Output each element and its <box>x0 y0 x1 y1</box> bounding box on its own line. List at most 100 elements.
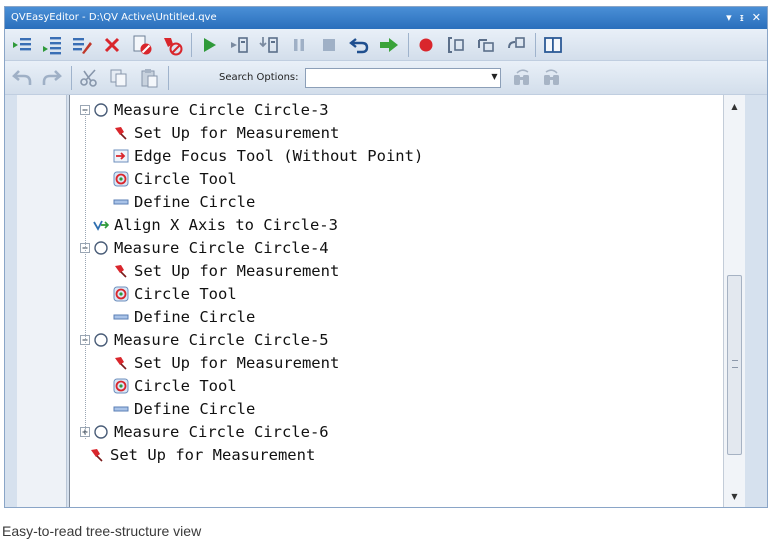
tree-item[interactable]: Circle Tool <box>112 375 237 397</box>
insert-before-button[interactable] <box>9 32 35 58</box>
tree-item[interactable]: Measure Circle Circle-5 <box>80 329 329 351</box>
step-tree[interactable]: Measure Circle Circle-3 Set Up for Measur… <box>69 95 745 507</box>
insert-before-icon <box>13 37 31 50</box>
panel-toggle-button[interactable] <box>540 32 566 58</box>
find-previous-button[interactable] <box>509 65 535 91</box>
search-options-combo[interactable]: ▼ <box>304 67 501 90</box>
tree-item[interactable]: Measure Circle Circle-6 <box>80 421 329 443</box>
pin-icon[interactable]: ᵻ <box>740 7 744 29</box>
figure-caption: Easy-to-read tree-structure view <box>2 523 202 539</box>
group-tool-button[interactable] <box>473 32 499 58</box>
binoculars-forward-icon <box>543 68 559 85</box>
undo-button[interactable] <box>9 65 35 91</box>
step-into-icon <box>259 36 278 53</box>
title-bar: QVEasyEditor - D:\QV Active\Untitled.qve… <box>5 7 767 29</box>
tree-item[interactable]: Set Up for Measurement <box>112 352 339 374</box>
tree-item-label: Align X Axis to Circle-3 <box>114 216 338 234</box>
tree-item[interactable]: Align X Axis to Circle-3 <box>92 214 338 236</box>
toolbar-separator <box>168 65 169 90</box>
tree-item[interactable]: Define Circle <box>112 191 255 213</box>
stop-icon <box>323 38 335 51</box>
edit-list-icon <box>73 37 92 54</box>
go-next-button[interactable] <box>376 32 402 58</box>
link-tool-button[interactable] <box>503 32 529 58</box>
window-menu-icon[interactable]: ▾ <box>726 7 732 29</box>
copy-button[interactable] <box>106 65 132 91</box>
step-into-button[interactable] <box>256 32 282 58</box>
tree-item[interactable]: Set Up for Measurement <box>88 444 315 466</box>
edit-step-button[interactable] <box>69 32 95 58</box>
right-arrow-icon <box>380 37 398 52</box>
tree-item[interactable]: Circle Tool <box>112 283 237 305</box>
tree-item[interactable]: Circle Tool <box>112 168 237 190</box>
return-button[interactable] <box>346 32 372 58</box>
cut-button[interactable] <box>76 65 102 91</box>
redo-button[interactable] <box>39 65 65 91</box>
tree-item-label: Set Up for Measurement <box>134 124 340 142</box>
group-icon <box>478 38 494 52</box>
tree-item-label: Edge Focus Tool (Without Point) <box>134 147 424 165</box>
search-options-input[interactable] <box>305 72 482 90</box>
tree-item-label: Define Circle <box>134 193 256 211</box>
tree-item[interactable]: Set Up for Measurement <box>112 122 339 144</box>
title-controls: ▾ ᵻ ✕ <box>726 7 761 29</box>
window-title: QVEasyEditor - D:\QV Active\Untitled.qve <box>11 12 217 23</box>
panel-icon <box>544 36 562 53</box>
tree-connector-line <box>85 109 86 439</box>
close-icon[interactable]: ✕ <box>752 7 761 29</box>
bracket-icon <box>448 36 464 53</box>
tree-item[interactable]: Define Circle <box>112 306 255 328</box>
toolbar-separator <box>535 32 536 57</box>
stop-button[interactable] <box>316 32 342 58</box>
tree-item[interactable]: Edge Focus Tool (Without Point) <box>112 145 423 167</box>
disable-step-button[interactable] <box>129 32 155 58</box>
tree-item[interactable]: Measure Circle Circle-3 <box>80 99 329 121</box>
pause-button[interactable] <box>286 32 312 58</box>
play-icon <box>204 37 216 52</box>
insert-after-icon <box>43 36 61 54</box>
scissors-icon <box>80 68 97 87</box>
tree-item-label: Define Circle <box>134 308 256 326</box>
chevron-down-icon[interactable]: ▼ <box>491 72 497 81</box>
bracket-tool-button[interactable] <box>443 32 469 58</box>
tree-item[interactable]: Define Circle <box>112 398 255 420</box>
tree-item-label: Set Up for Measurement <box>110 446 316 464</box>
red-pin-icon <box>112 354 130 372</box>
delete-button[interactable] <box>99 32 125 58</box>
paste-button[interactable] <box>136 65 162 91</box>
circle-outline-icon <box>92 331 110 349</box>
circle-tool-icon <box>112 285 130 303</box>
define-bar-icon <box>112 308 130 326</box>
clear-pins-button[interactable] <box>159 32 185 58</box>
red-pin-icon <box>112 124 130 142</box>
scroll-grip-icon <box>732 360 738 368</box>
insert-after-button[interactable] <box>39 32 65 58</box>
circle-outline-icon <box>92 101 110 119</box>
undo-icon <box>12 69 32 85</box>
toolbar-separator <box>191 32 192 57</box>
red-pin-icon <box>112 262 130 280</box>
scroll-up-arrow[interactable]: ▲ <box>724 97 745 115</box>
tree-item-label: Measure Circle Circle-6 <box>114 423 329 441</box>
tree-item-label: Measure Circle Circle-3 <box>114 101 329 119</box>
step-over-icon <box>231 36 248 53</box>
copy-icon <box>110 69 127 86</box>
tree-item-label: Set Up for Measurement <box>134 262 340 280</box>
step-over-button[interactable] <box>226 32 252 58</box>
tree-item[interactable]: Measure Circle Circle-4 <box>80 237 329 259</box>
pause-icon <box>294 38 304 51</box>
tree-item-label: Circle Tool <box>134 285 237 303</box>
search-options-label: Search Options: <box>219 72 299 83</box>
scroll-down-arrow[interactable]: ▼ <box>724 487 745 505</box>
scroll-thumb[interactable] <box>727 275 742 455</box>
tree-item-label: Set Up for Measurement <box>134 354 340 372</box>
tree-item[interactable]: Set Up for Measurement <box>112 260 339 282</box>
record-button[interactable] <box>413 32 439 58</box>
find-next-button[interactable] <box>539 65 565 91</box>
delete-icon <box>104 37 120 52</box>
record-icon <box>419 38 433 51</box>
tree-item-label: Define Circle <box>134 400 256 418</box>
red-pin-icon <box>88 446 106 464</box>
run-button[interactable] <box>196 32 222 58</box>
vertical-scrollbar[interactable]: ▲ ▼ <box>723 95 745 507</box>
